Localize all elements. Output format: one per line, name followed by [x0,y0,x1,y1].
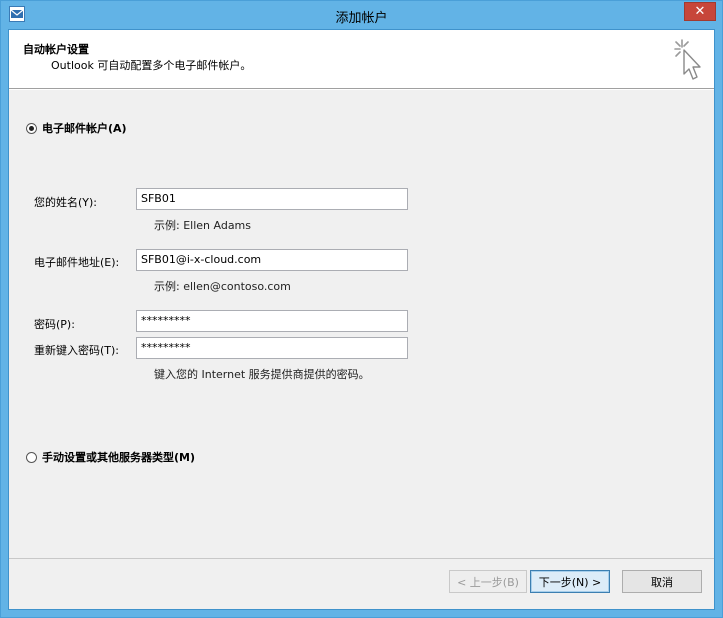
header-divider [9,89,714,90]
header-panel: 自动帐户设置 Outlook 可自动配置多个电子邮件帐户。 [9,30,714,89]
header-title: 自动帐户设置 [23,43,89,56]
email-input[interactable]: SFB01@i-x-cloud.com [136,249,408,271]
name-input[interactable]: SFB01 [136,188,408,210]
name-label: 您的姓名(Y): [34,196,98,209]
password-label: 密码(P): [34,318,75,331]
wizard-cursor-icon [672,36,704,82]
email-hint: 示例: ellen@contoso.com [154,280,291,293]
next-button[interactable]: 下一步(N) > [530,570,610,593]
manual-setup-radio[interactable] [26,451,37,463]
manual-setup-label: 手动设置或其他服务器类型(M) [42,451,196,464]
close-icon: ✕ [694,4,706,19]
email-account-radio[interactable] [26,122,37,134]
button-bar-divider [9,558,714,559]
manual-setup-option[interactable]: 手动设置或其他服务器类型(M) [26,449,195,465]
email-label: 电子邮件地址(E): [34,256,120,269]
title-bar[interactable]: 添加帐户 ✕ [1,1,722,29]
email-account-label: 电子邮件帐户(A) [42,122,127,135]
back-button[interactable]: < 上一步(B) [449,570,527,593]
header-subtitle: Outlook 可自动配置多个电子邮件帐户。 [51,59,252,72]
cancel-button[interactable]: 取消 [622,570,702,593]
retype-password-input[interactable]: ********* [136,337,408,359]
password-input[interactable]: ********* [136,310,408,332]
password-hint: 键入您的 Internet 服务提供商提供的密码。 [154,368,370,381]
retype-password-label: 重新键入密码(T): [34,344,120,357]
dialog-body: 自动帐户设置 Outlook 可自动配置多个电子邮件帐户。 电子邮件帐户(A) … [8,29,715,610]
window-title: 添加帐户 [335,11,388,26]
name-hint: 示例: Ellen Adams [154,219,252,232]
close-button[interactable]: ✕ [684,2,716,21]
add-account-window: 添加帐户 ✕ 自动帐户设置 Outlook 可自动配置多个电子邮件帐户。 电子邮… [0,0,723,618]
email-account-option[interactable]: 电子邮件帐户(A) [26,120,127,136]
